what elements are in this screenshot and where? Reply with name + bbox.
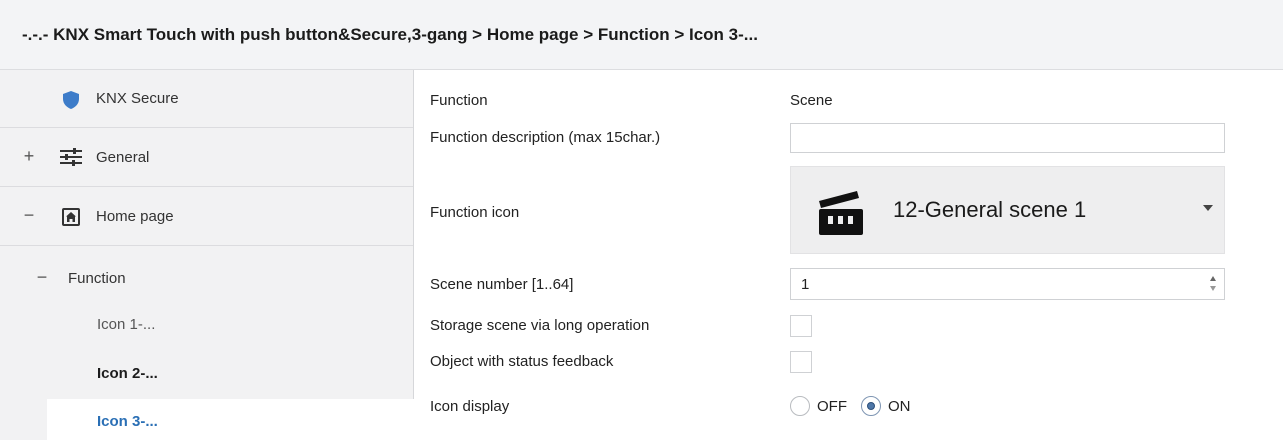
clapperboard-icon	[819, 191, 863, 235]
spin-down-icon[interactable]	[1210, 286, 1216, 291]
radio-label-off: OFF	[817, 397, 847, 415]
home-icon	[62, 208, 80, 226]
sidebar: KNX Secure + General − Home page − Funct…	[0, 70, 414, 440]
icon-display-radio-group: OFF ON	[790, 396, 925, 416]
status-feedback-label: Object with status feedback	[430, 353, 614, 370]
breadcrumb: -.-.- KNX Smart Touch with push button&S…	[22, 24, 758, 44]
selected-option: 12-General scene 1	[893, 197, 1087, 222]
scene-number-label: Scene number [1..64]	[430, 276, 574, 293]
sidebar-item-label: Icon 1-...	[97, 316, 156, 333]
sliders-icon	[60, 148, 82, 166]
chevron-down-icon[interactable]	[1203, 205, 1213, 211]
sidebar-item-general[interactable]: + General	[0, 128, 413, 187]
icon-display-off-radio[interactable]	[790, 396, 810, 416]
sidebar-item-label: Icon 3-...	[97, 413, 158, 430]
function-value: Scene	[790, 92, 833, 109]
collapse-toggle[interactable]: −	[22, 205, 36, 226]
parameter-panel: Function Scene Function description (max…	[414, 70, 1283, 440]
sidebar-item-function[interactable]: − Function	[0, 246, 413, 294]
sidebar-item-label: Function	[68, 270, 126, 287]
expand-toggle[interactable]: +	[22, 146, 36, 167]
shield-icon	[63, 91, 79, 109]
sidebar-item-icon-3[interactable]: Icon 3-...	[47, 399, 414, 440]
sidebar-item-label: KNX Secure	[96, 90, 179, 107]
sidebar-item-label: Icon 2-...	[97, 365, 158, 382]
function-description-label: Function description (max 15char.)	[430, 129, 661, 146]
status-feedback-checkbox[interactable]	[790, 351, 812, 373]
sidebar-item-label: Home page	[96, 208, 174, 225]
sidebar-item-icon-1[interactable]: Icon 1-...	[0, 302, 413, 348]
function-icon-label: Function icon	[430, 204, 520, 221]
function-icon-dropdown[interactable]: 12-General scene 1	[790, 166, 1225, 254]
function-description-input[interactable]	[790, 123, 1225, 153]
function-label: Function	[430, 92, 488, 109]
spin-up-icon[interactable]	[1210, 276, 1216, 281]
sidebar-item-home-page[interactable]: − Home page	[0, 187, 413, 246]
icon-display-label: Icon display	[430, 398, 510, 415]
scene-number-value: 1	[801, 276, 810, 293]
title-bar: -.-.- KNX Smart Touch with push button&S…	[0, 0, 1283, 70]
scene-number-stepper[interactable]: 1	[790, 268, 1225, 300]
sidebar-item-knx-secure[interactable]: KNX Secure	[0, 70, 413, 128]
sidebar-item-icon-2[interactable]: Icon 2-...	[0, 350, 413, 396]
storage-scene-checkbox[interactable]	[790, 315, 812, 337]
storage-scene-label: Storage scene via long operation	[430, 317, 650, 334]
collapse-toggle[interactable]: −	[35, 267, 49, 288]
radio-label-on: ON	[888, 397, 911, 415]
icon-display-on-radio[interactable]	[861, 396, 881, 416]
sidebar-item-label: General	[96, 149, 150, 166]
